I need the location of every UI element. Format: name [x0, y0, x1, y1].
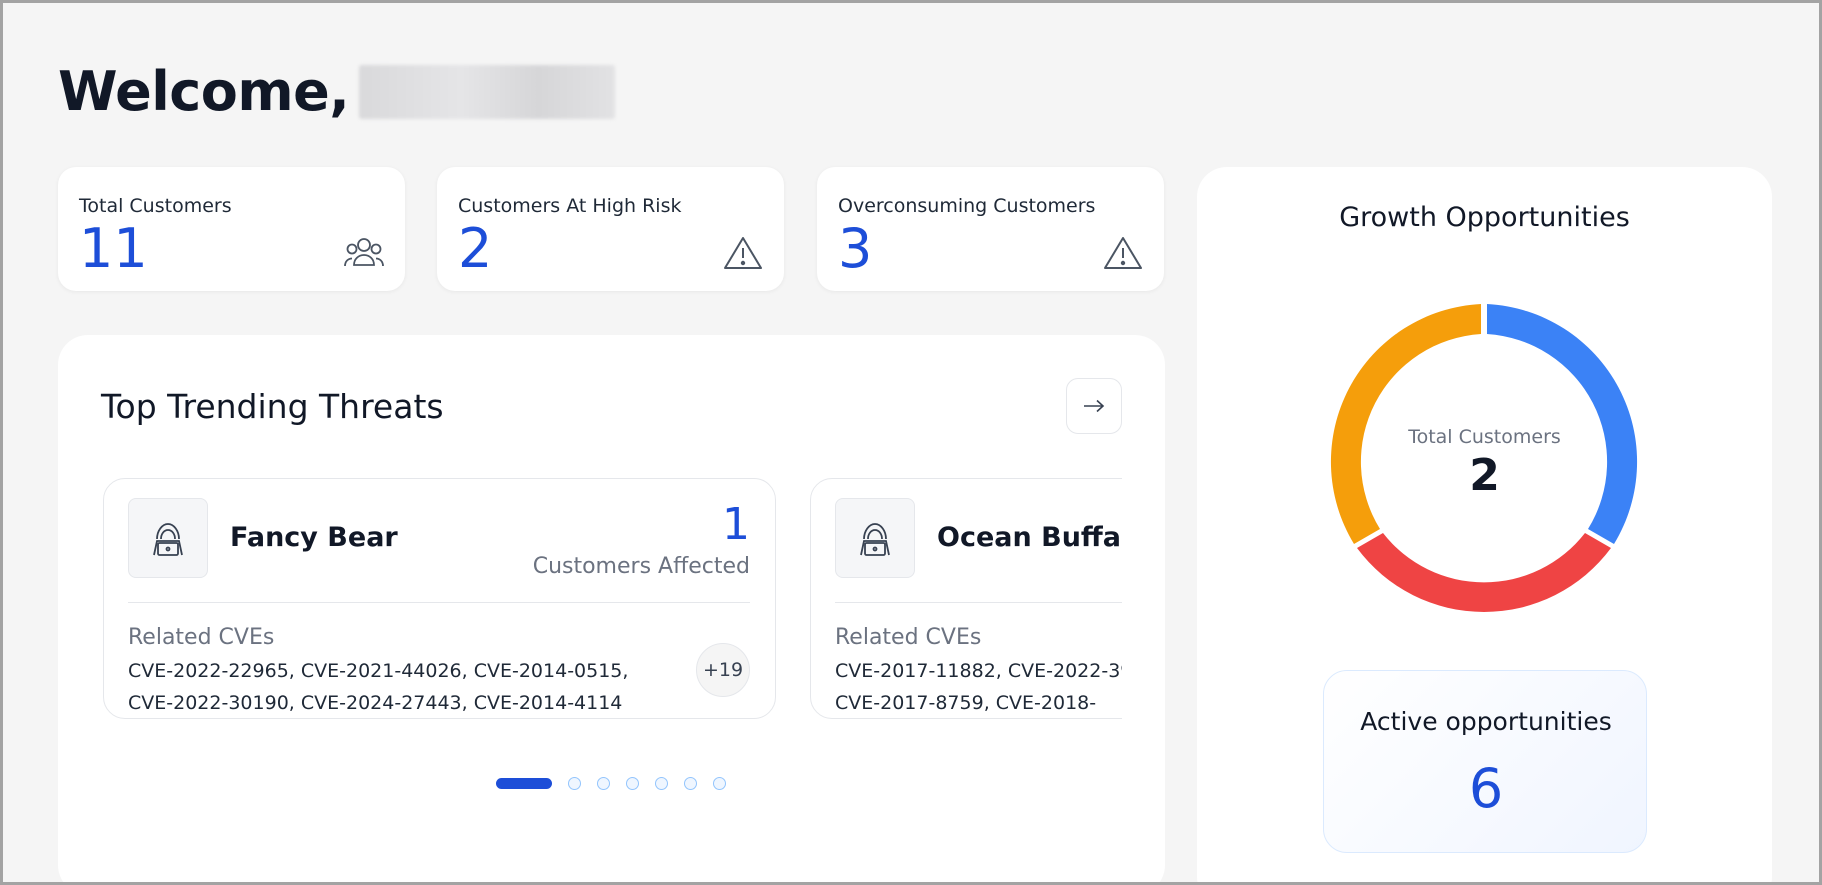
stat-value: 3	[838, 217, 873, 280]
stat-card-overconsuming[interactable]: Overconsuming Customers 3	[817, 167, 1164, 291]
hacker-icon	[128, 498, 208, 578]
threats-carousel[interactable]: Fancy Bear 1 Customers Affected Related …	[103, 478, 1122, 723]
donut-segment-red	[1357, 533, 1611, 613]
users-icon	[344, 238, 384, 267]
stat-label: Total Customers	[79, 195, 232, 217]
active-opportunities-value: 6	[1468, 757, 1504, 820]
welcome-heading: Welcome,	[58, 60, 616, 123]
stat-card-high-risk[interactable]: Customers At High Risk 2	[437, 167, 784, 291]
active-opportunities-card[interactable]: Active opportunities 6	[1323, 670, 1647, 853]
related-cves-list: CVE-2017-11882, CVE-2022-39197, CVE-2018…	[835, 660, 1122, 714]
threat-card-ocean-buffalo[interactable]: Ocean Buffalo Related CVEs CVE-2017-1188…	[810, 478, 1122, 719]
threat-card-fancy-bear[interactable]: Fancy Bear 1 Customers Affected Related …	[103, 478, 776, 719]
hacker-icon	[835, 498, 915, 578]
view-all-threats-button[interactable]	[1066, 378, 1122, 434]
related-cves-title: Related CVEs	[128, 625, 275, 650]
pagination-dot[interactable]	[713, 777, 726, 790]
top-trending-threats-panel: Top Trending Threats Fancy Bear 1 Custom…	[58, 335, 1165, 885]
pagination-dot[interactable]	[568, 777, 581, 790]
carousel-pagination	[496, 777, 726, 790]
welcome-text: Welcome,	[58, 60, 350, 123]
donut-center-label: Total Customers	[1408, 426, 1561, 448]
user-name-redacted	[359, 64, 616, 119]
pagination-dot-active[interactable]	[496, 778, 552, 789]
pagination-dot[interactable]	[597, 777, 610, 790]
growth-opportunities-panel: Growth Opportunities Total Customers 2 A…	[1197, 167, 1772, 885]
stat-card-total-customers[interactable]: Total Customers 11	[58, 167, 405, 291]
stat-label: Overconsuming Customers	[838, 195, 1096, 217]
warning-icon	[724, 237, 762, 269]
related-cves-title: Related CVEs	[835, 625, 982, 650]
customers-affected-count: 1	[722, 499, 750, 550]
growth-title: Growth Opportunities	[1339, 202, 1630, 233]
divider	[835, 602, 1122, 603]
customers-affected-label: Customers Affected	[532, 554, 750, 579]
pagination-dot[interactable]	[626, 777, 639, 790]
active-opportunities-label: Active opportunities	[1360, 707, 1612, 736]
stat-value: 2	[458, 217, 493, 280]
pagination-dot[interactable]	[684, 777, 697, 790]
donut-center-value: 2	[1469, 450, 1500, 501]
threat-actor-name: Fancy Bear	[230, 522, 398, 553]
divider	[128, 602, 750, 603]
more-cves-badge[interactable]: +19	[696, 643, 750, 697]
donut-segment-orange	[1330, 304, 1481, 544]
arrow-right-icon	[1084, 399, 1105, 413]
pagination-dot[interactable]	[655, 777, 668, 790]
warning-icon	[1104, 237, 1142, 269]
threat-actor-name: Ocean Buffalo	[937, 522, 1122, 553]
related-cves-list: CVE-2022-22965, CVE-2021-44026, CVE-2014…	[128, 660, 629, 714]
donut-segment-blue	[1487, 304, 1638, 544]
stat-label: Customers At High Risk	[458, 195, 682, 217]
stat-value: 11	[79, 217, 148, 280]
threats-title: Top Trending Threats	[101, 387, 444, 426]
